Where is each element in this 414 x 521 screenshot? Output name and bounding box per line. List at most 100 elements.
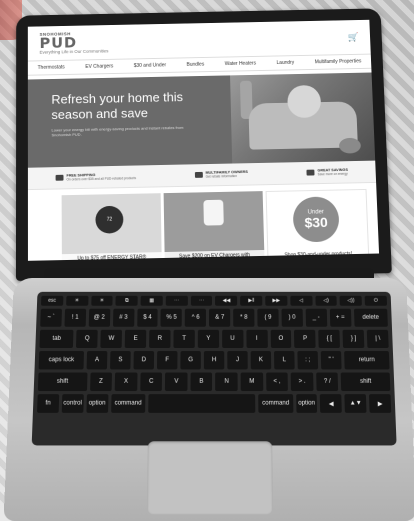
- card-ev-chargers[interactable]: Save $200 on EV Chargers with: [163, 191, 265, 261]
- key[interactable]: H: [203, 351, 225, 370]
- key[interactable]: N: [215, 372, 238, 392]
- key[interactable]: % 5: [160, 308, 183, 327]
- key[interactable]: ▶▶: [265, 295, 288, 306]
- card-thermostats[interactable]: 72 Up to $75 off ENERGY STAR®: [61, 193, 162, 261]
- nav-bundles[interactable]: Bundles: [187, 62, 205, 68]
- key[interactable]: $ 4: [136, 308, 159, 327]
- key[interactable]: O: [270, 329, 292, 349]
- key[interactable]: } ]: [342, 329, 365, 349]
- key[interactable]: & 7: [209, 308, 231, 327]
- key[interactable]: ) 0: [281, 308, 303, 327]
- key[interactable]: esc: [40, 295, 64, 306]
- key-return[interactable]: return: [344, 351, 390, 370]
- card-caption: Save $200 on EV Chargers with: [164, 249, 265, 261]
- key-shift-right[interactable]: shift: [341, 372, 391, 392]
- key[interactable]: Y: [197, 329, 219, 349]
- key[interactable]: ☀: [90, 295, 113, 306]
- laptop-lid: SNOHOMISH PUD Everything Life in Our Com…: [15, 8, 392, 281]
- key[interactable]: > .: [290, 372, 314, 392]
- laptop-screen: SNOHOMISH PUD Everything Life in Our Com…: [27, 19, 380, 261]
- key[interactable]: ◁)): [339, 295, 363, 306]
- key-option-right[interactable]: option: [295, 394, 318, 413]
- key[interactable]: < ,: [265, 372, 289, 392]
- key[interactable]: R: [149, 329, 171, 349]
- key[interactable]: S: [110, 351, 131, 370]
- site-logo[interactable]: SNOHOMISH PUD Everything Life in Our Com…: [39, 31, 108, 54]
- key[interactable]: A: [86, 351, 108, 370]
- nav-multifamily[interactable]: Multifamily Properties: [315, 59, 362, 66]
- key-tab[interactable]: tab: [39, 329, 74, 349]
- key[interactable]: " ': [320, 351, 342, 370]
- key[interactable]: ⋯: [190, 295, 213, 306]
- thermostat-image: 72: [95, 205, 124, 234]
- key[interactable]: X: [114, 372, 138, 392]
- key[interactable]: ⏻: [364, 295, 388, 306]
- key[interactable]: P: [294, 329, 316, 349]
- key[interactable]: J: [227, 351, 248, 370]
- key[interactable]: @ 2: [88, 308, 110, 327]
- nav-30-and-under[interactable]: $30 and Under: [134, 62, 166, 68]
- key-space[interactable]: [148, 394, 256, 413]
- key[interactable]: C: [140, 372, 163, 392]
- key[interactable]: ! 1: [64, 308, 86, 327]
- benefit-text: On orders over $35 and all PUD-rebated p…: [66, 176, 137, 182]
- key[interactable]: U: [221, 329, 244, 349]
- card-30-under[interactable]: Under $30 Shop $30-and-under products!: [265, 188, 370, 261]
- key-command-left[interactable]: command: [110, 394, 146, 413]
- key[interactable]: + =: [329, 308, 352, 327]
- key[interactable]: T: [173, 329, 195, 349]
- key-option-left[interactable]: option: [86, 394, 109, 413]
- trackpad[interactable]: [146, 441, 274, 515]
- key[interactable]: # 3: [112, 308, 135, 327]
- key[interactable]: F: [156, 351, 178, 370]
- key[interactable]: G: [180, 351, 201, 370]
- key[interactable]: I: [246, 329, 268, 349]
- key[interactable]: B: [190, 372, 213, 392]
- key[interactable]: ⋯: [165, 295, 188, 306]
- keyboard-row-4: shift Z X C V B N M < , > . ? / shift: [37, 372, 391, 392]
- nav-thermostats[interactable]: Thermostats: [38, 65, 65, 71]
- key[interactable]: ( 9: [257, 308, 279, 327]
- key[interactable]: E: [124, 329, 147, 349]
- key[interactable]: ◁): [315, 295, 338, 306]
- key-command-right[interactable]: command: [258, 394, 294, 413]
- key-shift-left[interactable]: shift: [37, 372, 88, 392]
- key[interactable]: K: [250, 351, 272, 370]
- key-arrow-up-down[interactable]: ▲▼: [344, 394, 367, 413]
- key[interactable]: ▶‖: [240, 295, 263, 306]
- badge-price: $30: [304, 214, 329, 231]
- key-arrow-right[interactable]: ▶: [369, 394, 392, 413]
- key[interactable]: ☀: [65, 295, 89, 306]
- nav-laundry[interactable]: Laundry: [276, 60, 294, 66]
- key[interactable]: D: [133, 351, 155, 370]
- key-arrow-left[interactable]: ◀: [320, 394, 343, 413]
- key[interactable]: * 8: [233, 308, 255, 327]
- key[interactable]: M: [240, 372, 263, 392]
- key[interactable]: ^ 6: [185, 308, 207, 327]
- key[interactable]: ◀◀: [215, 295, 238, 306]
- key-delete[interactable]: delete: [353, 308, 388, 327]
- key[interactable]: ~ `: [40, 308, 62, 327]
- key[interactable]: | \: [366, 329, 389, 349]
- key[interactable]: : ;: [297, 351, 319, 370]
- keyboard-row-3: caps lock A S D F G H J K L : ; " ' retu…: [38, 351, 390, 370]
- key[interactable]: Q: [76, 329, 99, 349]
- key[interactable]: V: [165, 372, 188, 392]
- hero-text: Refresh your home this season and save L…: [51, 89, 199, 138]
- nav-ev-chargers[interactable]: EV Chargers: [85, 64, 113, 70]
- key[interactable]: _ -: [305, 308, 327, 327]
- key-fn[interactable]: fn: [37, 394, 60, 413]
- key[interactable]: { [: [318, 329, 341, 349]
- key[interactable]: W: [100, 329, 123, 349]
- cart-icon[interactable]: 🛒: [348, 32, 359, 42]
- nav-water-heaters[interactable]: Water Heaters: [225, 61, 256, 67]
- key[interactable]: ? /: [316, 372, 339, 392]
- key-control[interactable]: control: [61, 394, 84, 413]
- key[interactable]: ⧉: [115, 295, 138, 306]
- key[interactable]: Z: [89, 372, 113, 392]
- key[interactable]: ◁: [290, 295, 313, 306]
- key[interactable]: L: [274, 351, 295, 370]
- key[interactable]: ▦: [140, 295, 163, 306]
- key-caps-lock[interactable]: caps lock: [38, 351, 85, 370]
- benefit-text: Save more on energy: [317, 171, 348, 177]
